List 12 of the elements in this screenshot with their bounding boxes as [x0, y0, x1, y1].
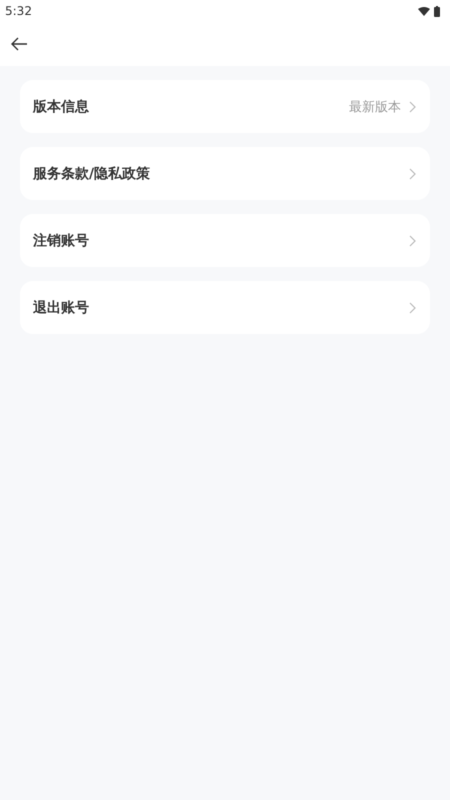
battery-icon — [434, 6, 440, 16]
settings-item[interactable]: 服务条款/隐私政策 — [20, 147, 430, 200]
chevron-right-icon — [409, 234, 416, 246]
settings-item[interactable]: 版本信息 最新版本 — [20, 80, 430, 133]
settings-item[interactable]: 注销账号 — [20, 214, 430, 267]
back-button[interactable] — [10, 36, 28, 52]
settings-item[interactable]: 退出账号 — [20, 281, 430, 334]
chevron-right-icon — [409, 302, 416, 314]
status-time: 5:32 — [5, 4, 32, 18]
chevron-right-icon — [409, 168, 416, 180]
wifi-icon — [418, 6, 430, 16]
chevron-right-icon — [409, 100, 416, 112]
